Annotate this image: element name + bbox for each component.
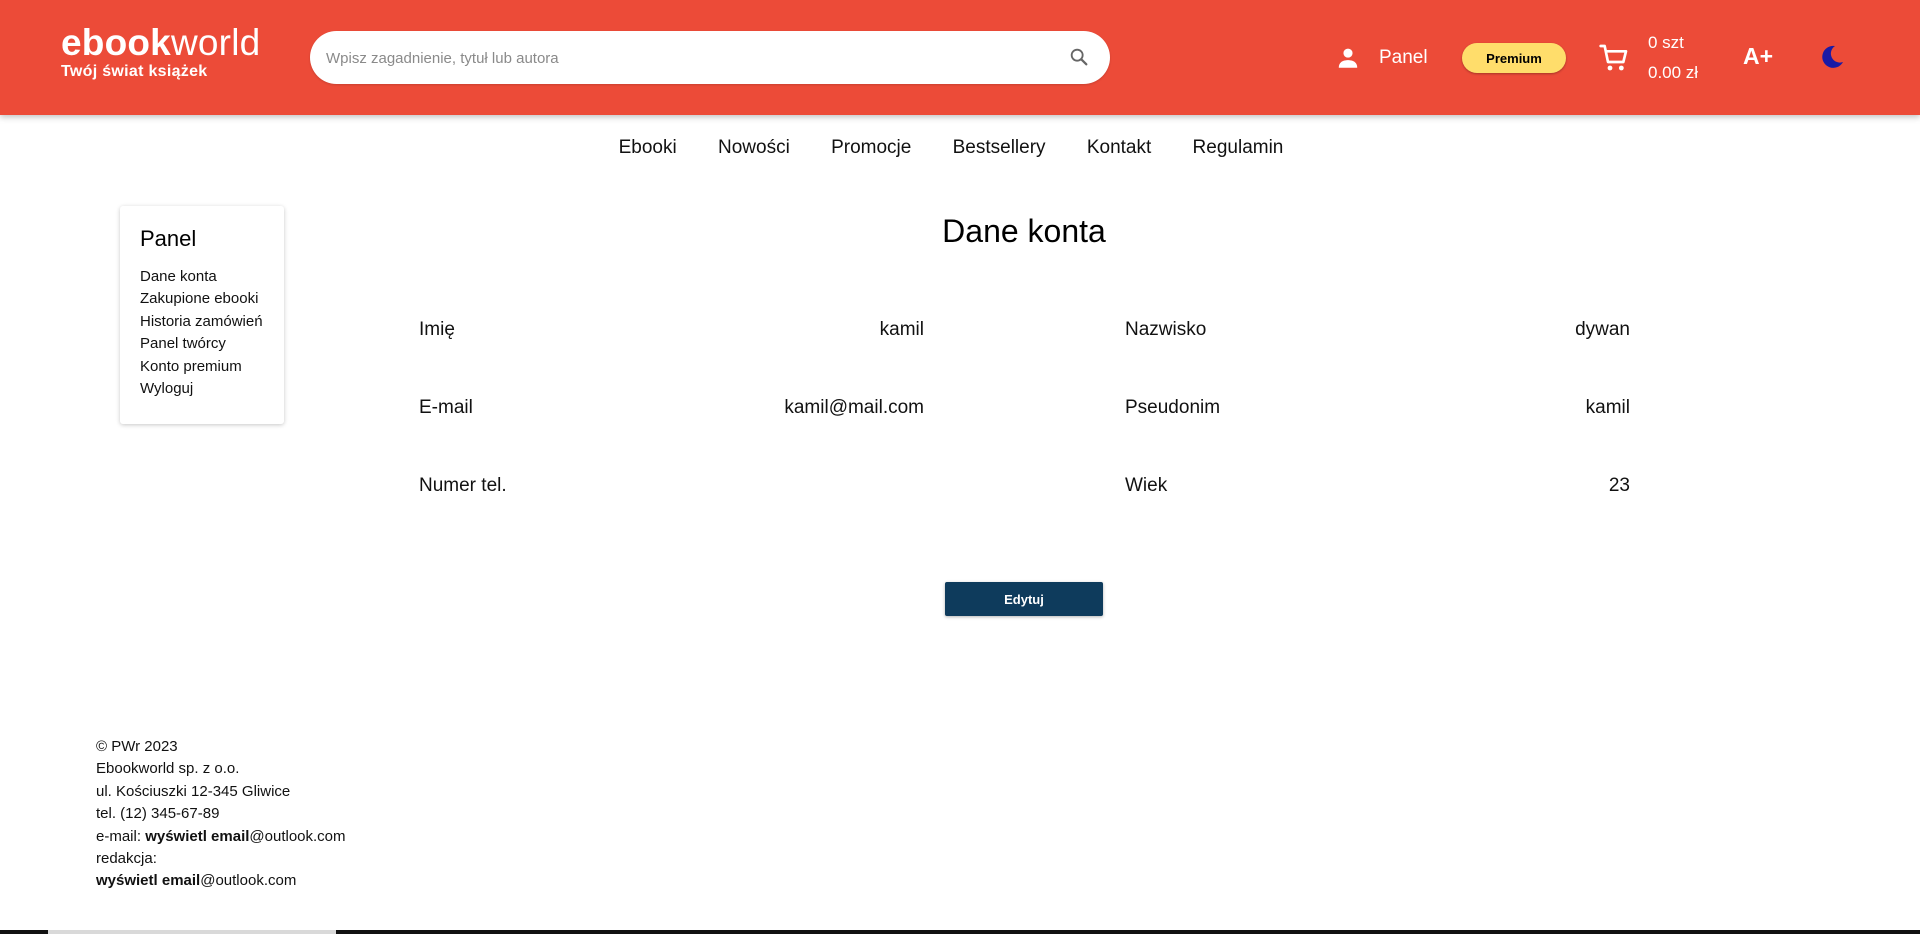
footer-email-reveal[interactable]: wyświetl email bbox=[145, 828, 249, 845]
footer-company: Ebookworld sp. z o.o. bbox=[96, 760, 240, 778]
field-phone: Numer tel. bbox=[419, 475, 924, 499]
field-label: Wiek bbox=[1125, 475, 1168, 496]
brand-name: ebookworld bbox=[61, 22, 260, 64]
field-age: Wiek 23 bbox=[1125, 475, 1630, 499]
scrollbar-thumb[interactable] bbox=[48, 930, 336, 934]
footer-editorial-label: redakcja: bbox=[96, 850, 157, 868]
field-first-name: Imię kamil bbox=[419, 319, 924, 343]
footer-email: e-mail: wyświetl email@outlook.com bbox=[96, 826, 346, 848]
field-nickname: Pseudonim kamil bbox=[1125, 397, 1630, 421]
field-value: kamil@mail.com bbox=[784, 397, 924, 418]
cart-icon bbox=[1599, 44, 1628, 71]
cart-info: 0 szt 0.00 zł bbox=[1648, 28, 1698, 88]
person-icon bbox=[1338, 48, 1358, 68]
font-size-button[interactable]: A+ bbox=[1743, 43, 1773, 70]
footer-email-domain: @outlook.com bbox=[249, 827, 346, 845]
nav-item-nowosci[interactable]: Nowości bbox=[718, 137, 790, 159]
brand-name-light: world bbox=[170, 22, 261, 63]
premium-button[interactable]: Premium bbox=[1462, 43, 1566, 73]
page-title: Dane konta bbox=[942, 213, 1106, 249]
cart-summary[interactable]: 0 szt 0.00 zł bbox=[1598, 28, 1698, 88]
search-box bbox=[310, 31, 1110, 86]
footer: © PWr 2023 Ebookworld sp. z o.o. ul. Koś… bbox=[96, 736, 346, 893]
field-value: dywan bbox=[1575, 319, 1630, 340]
sidebar-item-dane-konta[interactable]: Dane konta bbox=[140, 266, 284, 288]
sidebar-item-historia-zamowien[interactable]: Historia zamówień bbox=[140, 311, 284, 333]
nav-item-kontakt[interactable]: Kontakt bbox=[1087, 137, 1151, 159]
search-icon[interactable] bbox=[1068, 46, 1090, 68]
cart-count: 0 szt bbox=[1648, 33, 1684, 52]
nav-item-ebooki[interactable]: Ebooki bbox=[619, 137, 677, 159]
field-value: kamil bbox=[1585, 397, 1630, 418]
main-nav: Ebooki Nowości Promocje Bestsellery Kont… bbox=[0, 137, 1920, 159]
sidebar-item-zakupione-ebooki[interactable]: Zakupione ebooki bbox=[140, 288, 284, 310]
footer-address: ul. Kościuszki 12-345 Gliwice bbox=[96, 782, 291, 800]
sidebar-item-panel-tworcy[interactable]: Panel twórcy bbox=[140, 333, 284, 355]
footer-editorial-email: wyświetl email@outlook.com bbox=[96, 870, 346, 892]
brand-name-bold: ebook bbox=[61, 22, 171, 63]
footer-copyright: © PWr 2023 bbox=[96, 738, 178, 755]
field-value: kamil bbox=[879, 319, 924, 340]
field-value: 23 bbox=[1608, 475, 1630, 496]
footer-email-prefix: e-mail: bbox=[96, 827, 146, 845]
moon-icon[interactable] bbox=[1818, 43, 1846, 71]
sidebar-item-wyloguj[interactable]: Wyloguj bbox=[140, 378, 284, 400]
nav-item-promocje[interactable]: Promocje bbox=[831, 137, 911, 159]
field-label: Pseudonim bbox=[1125, 397, 1221, 418]
footer-editorial-domain: @outlook.com bbox=[200, 872, 297, 890]
search-input[interactable] bbox=[324, 31, 1028, 86]
edit-button[interactable]: Edytuj bbox=[945, 582, 1103, 616]
brand-tagline: Twój świat książek bbox=[61, 63, 208, 80]
header-bar: ebookworld Twój świat książek Panel Prem… bbox=[0, 0, 1920, 115]
sidebar-item-konto-premium[interactable]: Konto premium bbox=[140, 356, 284, 378]
nav-item-regulamin[interactable]: Regulamin bbox=[1193, 137, 1284, 159]
field-email: E-mail kamil@mail.com bbox=[419, 397, 924, 421]
footer-phone: tel. (12) 345-67-89 bbox=[96, 805, 220, 823]
horizontal-scrollbar[interactable] bbox=[0, 930, 1920, 934]
footer-editorial-reveal[interactable]: wyświetl email bbox=[96, 872, 200, 889]
brand-logo[interactable]: ebookworld Twój świat książek bbox=[61, 22, 260, 81]
nav-item-bestsellery[interactable]: Bestsellery bbox=[953, 137, 1046, 159]
field-label: E-mail bbox=[419, 397, 473, 418]
user-panel-label: Panel bbox=[1379, 47, 1428, 68]
field-label: Numer tel. bbox=[419, 475, 507, 496]
cart-total: 0.00 zł bbox=[1648, 63, 1699, 82]
field-label: Imię bbox=[419, 319, 455, 340]
field-label: Nazwisko bbox=[1125, 319, 1207, 340]
user-panel-link[interactable]: Panel bbox=[1335, 42, 1428, 74]
field-last-name: Nazwisko dywan bbox=[1125, 319, 1630, 343]
